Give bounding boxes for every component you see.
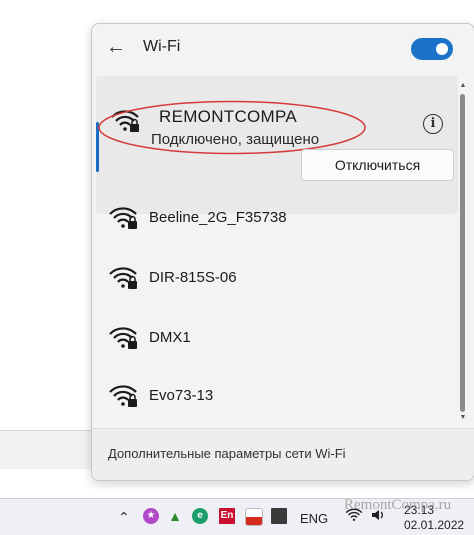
messenger-icon[interactable]: ★	[143, 508, 159, 524]
disconnect-button[interactable]: Отключиться	[301, 149, 454, 181]
scroll-down-icon[interactable]: ▼	[459, 414, 467, 422]
display-icon[interactable]	[271, 508, 287, 524]
back-arrow-icon[interactable]: ←	[106, 36, 128, 58]
network-item[interactable]: DMX1	[92, 310, 458, 366]
scrollbar-thumb[interactable]	[460, 94, 465, 412]
network-item[interactable]: DIR-815S-06	[92, 250, 458, 306]
scroll-up-icon[interactable]: ▲	[459, 82, 467, 90]
en-icon[interactable]: En	[219, 508, 235, 524]
flyout-title: Wi-Fi	[143, 38, 181, 55]
network-ssid: Evo73-13	[149, 387, 214, 404]
info-icon[interactable]: i	[423, 114, 443, 134]
network-item[interactable]: Beeline_2G_F35738	[92, 190, 458, 246]
flag-icon[interactable]	[245, 508, 263, 526]
wifi-flyout: ← Wi-Fi REMONTCOMPA Подключено, защищено…	[91, 23, 474, 481]
wifi-secured-icon	[109, 207, 137, 229]
flyout-footer: Дополнительные параметры сети Wi-Fi	[92, 428, 474, 480]
flyout-header: ← Wi-Fi	[92, 24, 474, 76]
language-indicator[interactable]: ENG	[300, 511, 328, 526]
wifi-secured-icon	[109, 327, 137, 349]
more-wifi-settings-link[interactable]: Дополнительные параметры сети Wi-Fi	[108, 446, 346, 461]
wifi-secured-icon	[109, 385, 137, 407]
chevron-up-icon[interactable]: ⌃	[118, 509, 130, 526]
highlight-ellipse	[98, 100, 366, 155]
network-item[interactable]: Evo73-13	[92, 368, 458, 424]
edge-icon[interactable]: e	[192, 508, 208, 524]
network-ssid: DMX1	[149, 329, 191, 346]
site-watermark: RemontCompa.ru	[344, 497, 452, 513]
network-ssid: DIR-815S-06	[149, 269, 237, 286]
toggle-knob	[436, 43, 448, 55]
network-list-scrollbar[interactable]: ▲ ▼	[459, 82, 467, 422]
wifi-secured-icon	[109, 267, 137, 289]
network-ssid: Beeline_2G_F35738	[149, 209, 287, 226]
clock-date[interactable]: 02.01.2022	[404, 518, 464, 532]
wifi-toggle[interactable]	[411, 38, 453, 60]
app-icon[interactable]: ▲	[167, 508, 183, 524]
